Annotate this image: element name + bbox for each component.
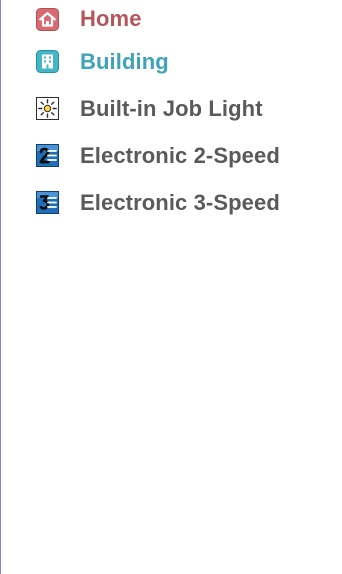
- nav-item-label: Home: [80, 6, 142, 31]
- left-border: [0, 0, 1, 574]
- nav-item-label: Electronic 3-Speed: [80, 189, 280, 215]
- building-icon: [36, 50, 59, 73]
- nav-item-built-in-job-light[interactable]: Built-in Job Light: [36, 85, 336, 132]
- nav-item-electronic-3-speed[interactable]: Electronic 3-Speed: [36, 179, 336, 226]
- nav-item-label: Building: [80, 48, 169, 74]
- three-speed-icon: [36, 191, 59, 214]
- nav-item-label: Built-in Job Light: [80, 95, 263, 121]
- nav-item-electronic-2-speed[interactable]: Electronic 2-Speed: [36, 132, 336, 179]
- nav-item-building[interactable]: Building: [36, 38, 336, 85]
- two-speed-icon: [36, 144, 59, 167]
- nav-item-label: Electronic 2-Speed: [80, 142, 280, 168]
- nav-item-home[interactable]: Home: [36, 0, 336, 38]
- home-icon: [36, 7, 59, 31]
- job-light-icon: [36, 97, 59, 120]
- category-nav: Home Building Built-in Job Light Electro…: [36, 0, 336, 226]
